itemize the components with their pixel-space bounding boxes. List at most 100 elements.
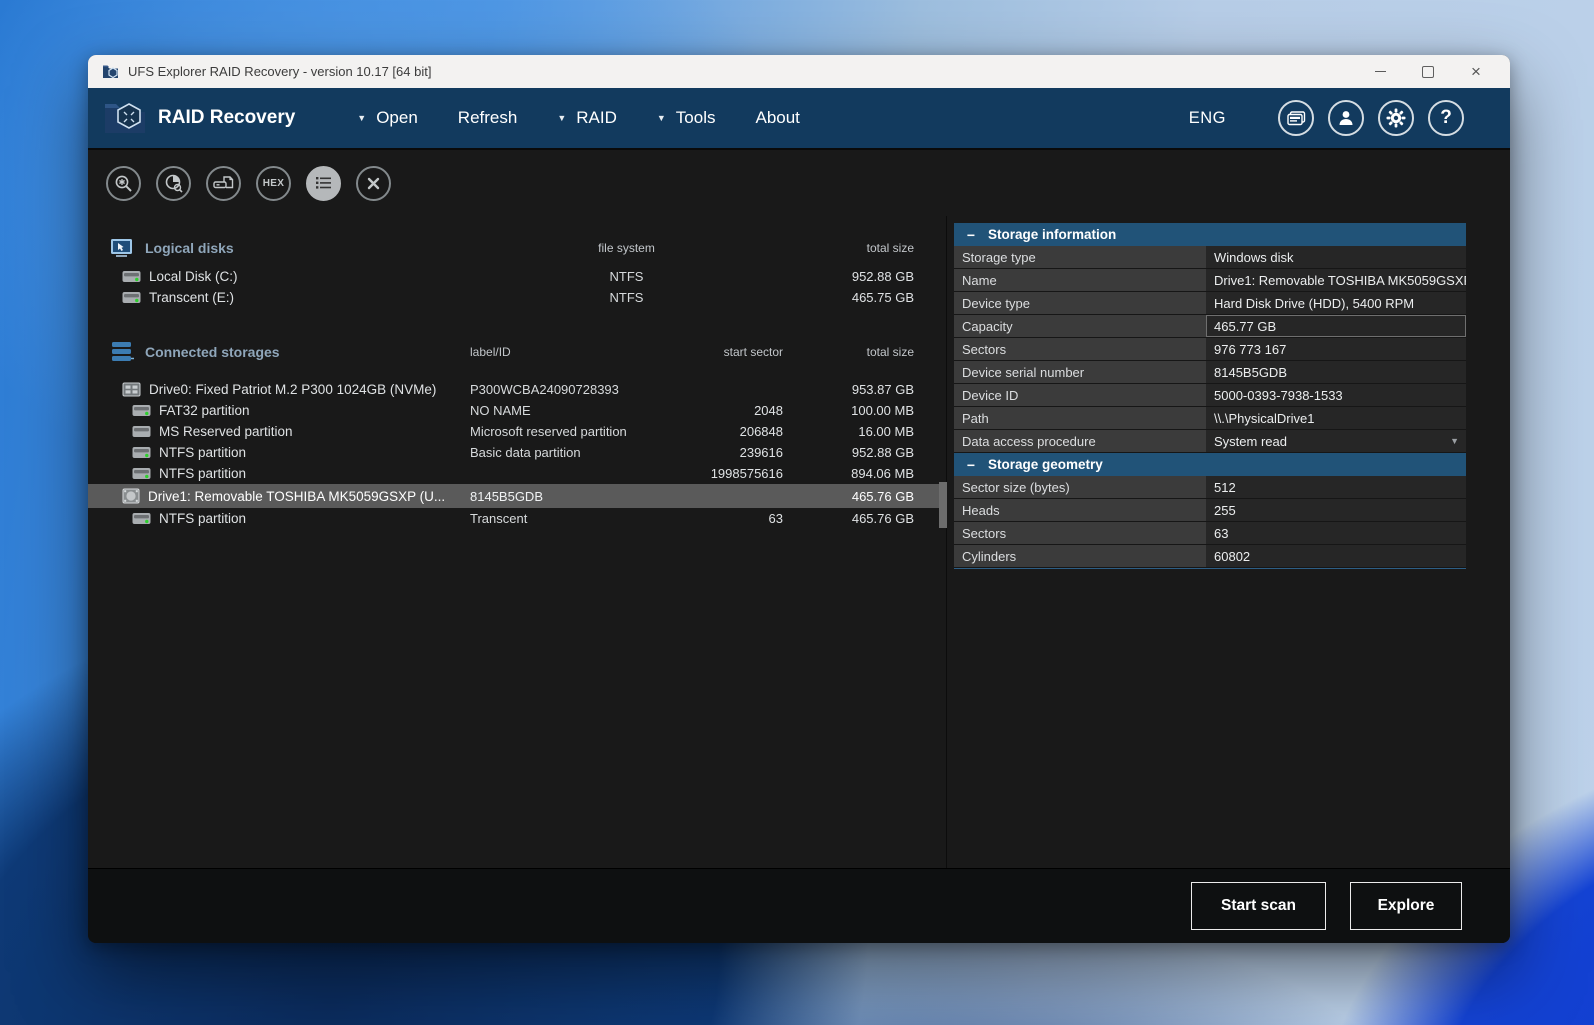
language-selector[interactable]: ENG — [1189, 109, 1226, 128]
disk-name: Transcent (E:) — [149, 290, 234, 305]
help-button[interactable]: ? — [1428, 100, 1464, 136]
properties-list-button[interactable] — [306, 166, 341, 201]
storage-row-ntfs2[interactable]: NTFS partition 1998575616 894.06 MB — [88, 463, 946, 484]
prop-row: Sectors 63 — [954, 522, 1466, 545]
user-account-button[interactable] — [1328, 100, 1364, 136]
prop-row: Device type Hard Disk Drive (HDD), 5400 … — [954, 292, 1466, 315]
logical-disk-row-c[interactable]: Local Disk (C:) NTFS 952.88 GB — [88, 266, 946, 287]
disk-analysis-button[interactable] — [156, 166, 191, 201]
menu-raid[interactable]: ▼ RAID — [557, 108, 617, 128]
app-logo — [102, 100, 148, 136]
partition-icon — [132, 512, 151, 525]
storage-information-header: − Storage information — [954, 223, 1466, 246]
gear-icon — [1386, 108, 1406, 128]
prop-value: 255 — [1206, 499, 1466, 521]
prop-value: 5000-0393-7938-1533 — [1206, 384, 1466, 406]
app-icon — [102, 64, 119, 79]
prop-value: \\.\PhysicalDrive1 — [1206, 407, 1466, 429]
storage-size: 952.88 GB — [783, 445, 914, 460]
storage-name: Drive1: Removable TOSHIBA MK5059GSXP (U.… — [148, 489, 445, 504]
prop-label: Data access procedure — [954, 430, 1206, 452]
action-bar: Start scan Explore — [88, 868, 1510, 943]
prop-row-data-access: Data access procedure System read ▼ — [954, 430, 1466, 453]
menu-tools[interactable]: ▼ Tools — [657, 108, 716, 128]
partition-icon — [132, 446, 151, 459]
properties-panel: − Storage information Storage type Windo… — [947, 216, 1510, 868]
storage-name: NTFS partition — [159, 466, 246, 481]
scan-search-icon — [114, 174, 133, 193]
disk-filesystem: NTFS — [470, 290, 783, 305]
dropdown-arrow-icon: ▼ — [557, 113, 566, 123]
scan-search-button[interactable] — [106, 166, 141, 201]
window-controls: × — [1356, 55, 1500, 88]
connected-storages-title: Connected storages — [145, 344, 280, 360]
app-window: UFS Explorer RAID Recovery - version 10.… — [88, 55, 1510, 943]
close-button[interactable]: × — [1452, 55, 1500, 88]
raid-builder-button[interactable] — [206, 166, 241, 201]
column-total-size: total size — [783, 345, 914, 359]
storage-name: NTFS partition — [159, 445, 246, 460]
storage-size: 16.00 MB — [783, 424, 914, 439]
prop-value: Windows disk — [1206, 246, 1466, 268]
disk-size: 465.75 GB — [783, 290, 914, 305]
storage-row-ntfs1[interactable]: NTFS partition Basic data partition 2396… — [88, 442, 946, 463]
storage-row-fat32[interactable]: FAT32 partition NO NAME 2048 100.00 MB — [88, 400, 946, 421]
prop-label: Device serial number — [954, 361, 1206, 383]
logical-disk-row-e[interactable]: Transcent (E:) NTFS 465.75 GB — [88, 287, 946, 308]
explore-button[interactable]: Explore — [1350, 882, 1462, 930]
storage-tree-pane: Logical disks file system total size Loc… — [88, 216, 947, 868]
hex-viewer-button[interactable]: HEX — [256, 166, 291, 201]
storage-size: 953.87 GB — [783, 382, 914, 397]
app-brand: RAID Recovery — [158, 107, 295, 129]
hex-viewer-icon: HEX — [263, 178, 284, 189]
menu-about[interactable]: About — [755, 108, 799, 128]
menu-refresh[interactable]: Refresh — [458, 108, 518, 128]
dropdown-arrow-icon: ▼ — [357, 113, 366, 123]
prop-label: Device ID — [954, 384, 1206, 406]
prop-label: Path — [954, 407, 1206, 429]
partition-icon — [132, 404, 151, 417]
scrollbar-thumb[interactable] — [939, 482, 947, 528]
disk-icon — [122, 270, 141, 283]
raid-builder-icon — [213, 174, 234, 192]
storage-start-sector: 1998575616 — [708, 466, 783, 481]
license-button[interactable] — [1278, 100, 1314, 136]
collapse-icon[interactable]: − — [954, 227, 988, 243]
disk-filesystem: NTFS — [470, 269, 783, 284]
storage-row-ntfs3[interactable]: NTFS partition Transcent 63 465.76 GB — [88, 508, 946, 529]
storage-size: 894.06 MB — [783, 466, 914, 481]
close-view-button[interactable] — [356, 166, 391, 201]
prop-label: Cylinders — [954, 545, 1206, 567]
data-access-dropdown[interactable]: System read ▼ — [1206, 430, 1466, 452]
nvme-drive-icon — [122, 382, 141, 397]
prop-value: 976 773 167 — [1206, 338, 1466, 360]
storage-name: FAT32 partition — [159, 403, 250, 418]
prop-row: Sectors 976 773 167 — [954, 338, 1466, 361]
collapse-icon[interactable]: − — [954, 457, 988, 473]
storage-row-drive0[interactable]: Drive0: Fixed Patriot M.2 P300 1024GB (N… — [88, 378, 946, 400]
storage-name: Drive0: Fixed Patriot M.2 P300 1024GB (N… — [149, 382, 436, 397]
minimize-button[interactable] — [1356, 55, 1404, 88]
user-icon — [1337, 109, 1355, 127]
prop-row: Sector size (bytes) 512 — [954, 476, 1466, 499]
menu-open[interactable]: ▼ Open — [357, 108, 418, 128]
logical-disks-header: Logical disks file system total size — [88, 236, 946, 260]
prop-label: Sectors — [954, 338, 1206, 360]
dropdown-arrow-icon: ▼ — [657, 113, 666, 123]
maximize-button[interactable] — [1404, 55, 1452, 88]
prop-value: System read — [1214, 434, 1287, 449]
disk-analysis-icon — [164, 173, 184, 193]
close-icon: × — [1471, 63, 1481, 80]
settings-button[interactable] — [1378, 100, 1414, 136]
connected-storages-icon — [110, 341, 135, 363]
logical-disks-title: Logical disks — [145, 240, 234, 256]
storage-geometry-title: Storage geometry — [988, 457, 1103, 472]
menubar-right: ENG — [1189, 100, 1464, 136]
prop-label: Device type — [954, 292, 1206, 314]
start-scan-button[interactable]: Start scan — [1191, 882, 1326, 930]
storage-row-msreserved[interactable]: MS Reserved partition Microsoft reserved… — [88, 421, 946, 442]
menu-raid-label: RAID — [576, 108, 617, 128]
disk-name: Local Disk (C:) — [149, 269, 238, 284]
storage-row-drive1-selected[interactable]: Drive1: Removable TOSHIBA MK5059GSXP (U.… — [88, 484, 946, 508]
main-area: Logical disks file system total size Loc… — [88, 216, 1510, 868]
